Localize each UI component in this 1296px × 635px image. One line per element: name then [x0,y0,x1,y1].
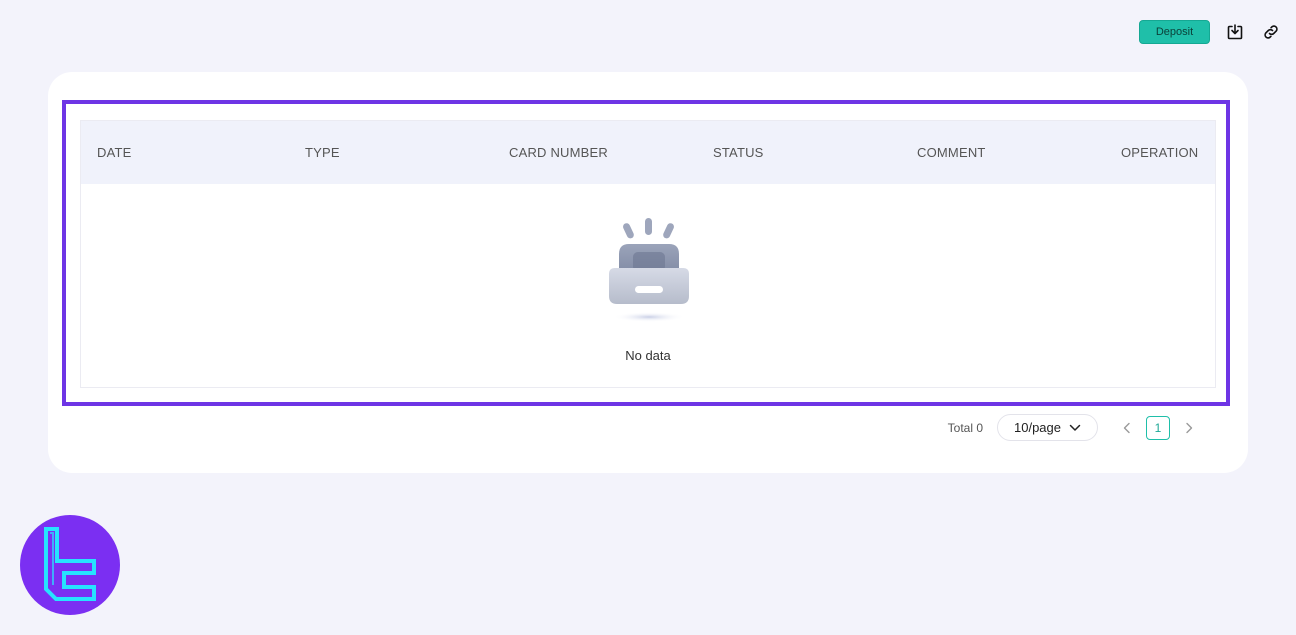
download-icon[interactable] [1224,21,1246,43]
chevron-right-icon [1186,422,1193,433]
column-type: TYPE [305,145,340,160]
column-comment: COMMENT [917,145,986,160]
chevron-down-icon [1069,424,1081,432]
page-size-select[interactable]: 10/page [997,414,1098,441]
link-icon[interactable] [1260,21,1282,43]
highlight-frame: DATE TYPE CARD NUMBER STATUS COMMENT OPE… [62,100,1230,406]
top-actions: Deposit [1139,20,1282,44]
total-count: Total 0 [947,420,983,435]
column-operation: OPERATION [1121,145,1199,160]
brand-logo-icon [20,515,120,615]
column-status: STATUS [713,145,764,160]
empty-state-text: No data [625,348,671,363]
empty-inbox-icon [603,216,695,333]
prev-page-button[interactable] [1116,417,1138,439]
transactions-table: DATE TYPE CARD NUMBER STATUS COMMENT OPE… [80,120,1216,388]
page-size-value: 10/page [1014,420,1061,435]
column-date: DATE [97,145,132,160]
deposit-button[interactable]: Deposit [1139,20,1210,44]
column-card-number: CARD NUMBER [509,145,608,160]
content-card: DATE TYPE CARD NUMBER STATUS COMMENT OPE… [48,72,1248,473]
chevron-left-icon [1123,422,1130,433]
empty-state: No data [81,184,1215,388]
page-1-button[interactable]: 1 [1146,415,1170,440]
table-header: DATE TYPE CARD NUMBER STATUS COMMENT OPE… [81,121,1215,184]
next-page-button[interactable] [1178,417,1200,439]
pagination: Total 0 10/page 1 [948,414,1200,441]
